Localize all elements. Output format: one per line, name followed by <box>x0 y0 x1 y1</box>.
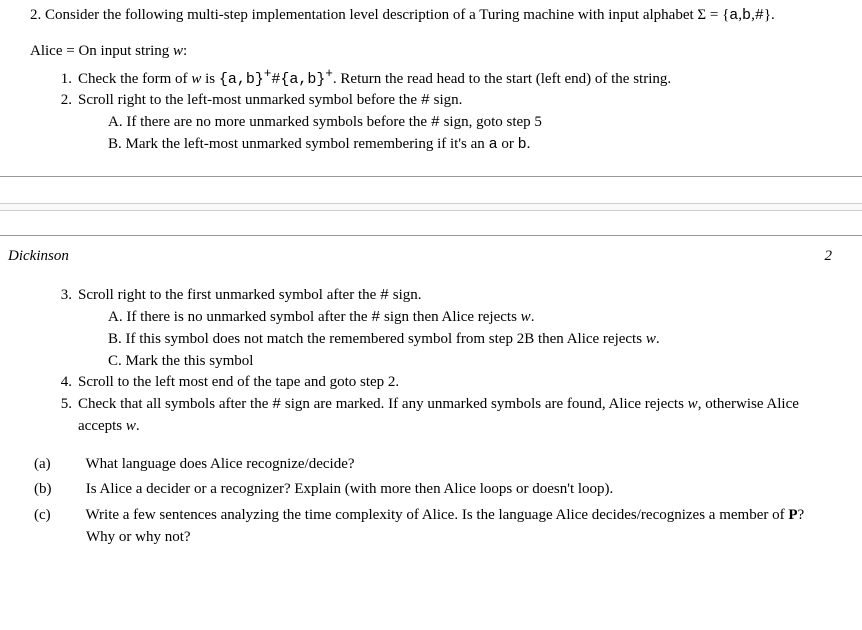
tt-a: a <box>489 136 498 153</box>
tt-b: b <box>518 136 527 153</box>
part-text: Write a few sentences analyzing the time… <box>85 507 788 523</box>
step-4: 4.Scroll to the left most end of the tap… <box>78 372 832 394</box>
step-list-bottom: 3.Scroll right to the first unmarked sym… <box>30 285 832 437</box>
step-3: 3.Scroll right to the first unmarked sym… <box>78 285 832 372</box>
sub-num: C. <box>108 353 122 369</box>
step-2b: B. Mark the left-most unmarked symbol re… <box>108 134 832 156</box>
class-P: P <box>788 507 797 523</box>
step-text: is <box>201 71 219 87</box>
part-num: (a) <box>60 454 82 476</box>
step-text: . Return the read head to the start (lef… <box>333 71 671 87</box>
var-w: w <box>521 309 531 325</box>
step-1: 1.Check the form of w is {a,b}+#{a,b}+. … <box>78 65 832 91</box>
step-3b: B. If this symbol does not match the rem… <box>108 329 832 351</box>
part-num: (c) <box>60 505 82 527</box>
step-3a: A. If there is no unmarked symbol after … <box>108 307 832 329</box>
step-3-sub: A. If there is no unmarked symbol after … <box>78 307 832 372</box>
step-text: If this symbol does not match the rememb… <box>126 331 646 347</box>
step-num: 5. <box>56 394 72 416</box>
alphabet: Σ = {a,b,#}. <box>697 7 774 23</box>
step-num: 3. <box>56 285 72 307</box>
step-list-top: 1. Check the form of w is {a,b}+#{a,b}+. … <box>30 65 832 156</box>
sub-num: A. <box>108 114 123 130</box>
dot: . <box>656 331 660 347</box>
sub-parts: (a) What language does Alice recognize/d… <box>30 454 832 549</box>
step-num: 2. <box>56 90 72 112</box>
step-num: 4. <box>56 372 72 394</box>
var-w: w <box>126 418 136 434</box>
page-break-inner <box>0 203 862 211</box>
step-text: . <box>527 136 531 152</box>
part-c: (c) Write a few sentences analyzing the … <box>60 505 832 549</box>
step-num: 1. <box>56 69 72 91</box>
part-text: Is Alice a decider or a recognizer? Expl… <box>86 481 614 497</box>
step-text: Mark the left-most unmarked symbol remem… <box>126 136 489 152</box>
var-w: w <box>191 71 201 87</box>
var-w: w <box>646 331 656 347</box>
page-header: Dickinson 2 <box>30 246 832 268</box>
step-text: Check the form of <box>78 71 191 87</box>
part-b: (b) Is Alice a decider or a recognizer? … <box>60 479 832 501</box>
sub-num: A. <box>108 309 123 325</box>
page-bottom: Dickinson 2 3.Scroll right to the first … <box>0 236 862 573</box>
page-break <box>0 176 862 236</box>
dot: . <box>531 309 535 325</box>
var-w: w <box>688 396 698 412</box>
page-number: 2 <box>825 246 833 268</box>
step-text: or <box>498 136 518 152</box>
step-2-sub: A. If there are no more unmarked symbols… <box>78 112 832 156</box>
part-text: What language does Alice recognize/decid… <box>85 456 354 472</box>
algo-header: Alice = On input string w: <box>30 41 832 63</box>
part-num: (b) <box>60 479 82 501</box>
sub-num: B. <box>108 331 122 347</box>
colon: : <box>183 43 187 59</box>
question-text: Consider the following multi-step implem… <box>45 7 694 23</box>
regex: {a,b}+#{a,b}+ <box>219 71 333 88</box>
sub-num: B. <box>108 136 122 152</box>
var-w: w <box>173 43 183 59</box>
dot: . <box>136 418 140 434</box>
step-2: 2.Scroll right to the left-most unmarked… <box>78 90 832 155</box>
step-text: Scroll to the left most end of the tape … <box>78 374 399 390</box>
step-text: Scroll right to the left-most unmarked s… <box>78 92 462 108</box>
step-5: 5.Check that all symbols after the # sig… <box>78 394 832 438</box>
step-3c: C. Mark the this symbol <box>108 351 832 373</box>
header-left: Dickinson <box>8 246 69 268</box>
algo-name: Alice <box>30 43 62 59</box>
step-text: Mark the this symbol <box>126 353 254 369</box>
part-a: (a) What language does Alice recognize/d… <box>60 454 832 476</box>
question-number: 2. <box>30 7 41 23</box>
question-header: 2. Consider the following multi-step imp… <box>30 5 832 27</box>
step-2a: A. If there are no more unmarked symbols… <box>108 112 832 134</box>
page-top: 2. Consider the following multi-step imp… <box>0 0 862 176</box>
algo-on-input: = On input string <box>66 43 173 59</box>
